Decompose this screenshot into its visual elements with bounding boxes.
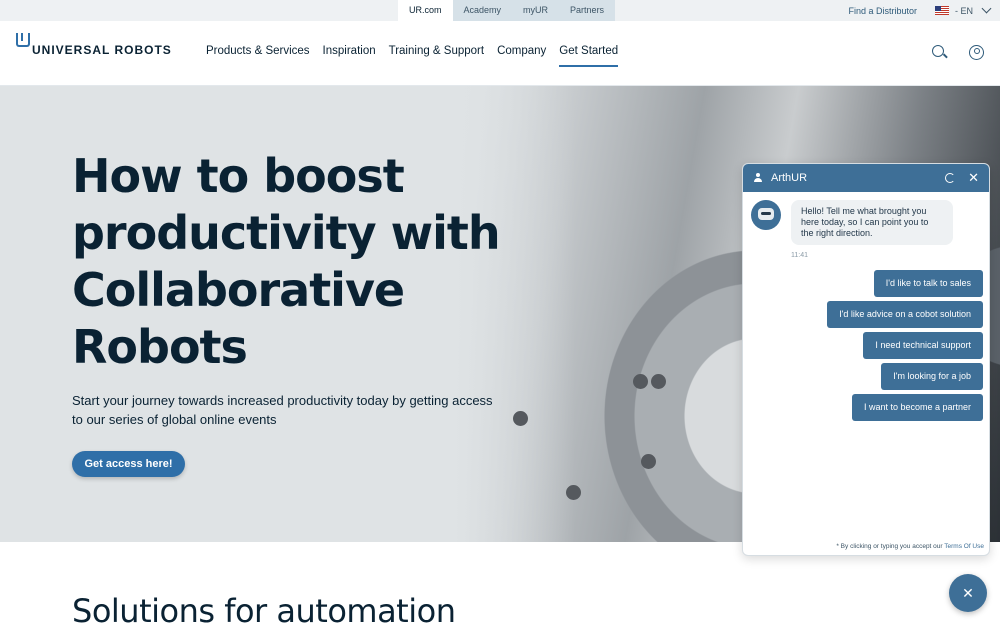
close-icon: ✕ (962, 585, 974, 601)
chat-footer: * By clicking or typing you accept our T… (836, 543, 984, 550)
language-selector[interactable]: - EN (955, 6, 973, 16)
us-flag-icon[interactable] (935, 6, 949, 15)
chat-widget: ArthUR ✕ Hello! Tell me what brought you… (742, 163, 990, 556)
section-title: Solutions for automation (72, 592, 456, 630)
option-cobot-advice[interactable]: I'd like advice on a cobot solution (827, 301, 983, 328)
bot-message: Hello! Tell me what brought you here tod… (791, 200, 953, 245)
refresh-icon[interactable] (945, 173, 956, 183)
bolt-decoration (513, 411, 528, 426)
option-become-partner[interactable]: I want to become a partner (851, 394, 983, 421)
utility-right: Find a Distributor - EN (848, 0, 992, 21)
hero-title: How to boost productivity with Collabora… (72, 149, 501, 374)
site-switcher: UR.com Academy myUR Partners (398, 0, 616, 21)
tab-ur-com[interactable]: UR.com (398, 0, 453, 21)
search-icon[interactable] (932, 45, 947, 60)
chat-header: ArthUR ✕ (743, 164, 989, 192)
bolt-decoration (633, 374, 648, 389)
tab-partners[interactable]: Partners (559, 0, 616, 21)
nav-item-company[interactable]: Company (497, 45, 546, 67)
tab-academy[interactable]: Academy (452, 0, 513, 21)
quick-reply-options: I'd like to talk to sales I'd like advic… (827, 270, 983, 421)
nav-item-get-started[interactable]: Get Started (559, 45, 619, 67)
chevron-down-icon[interactable] (981, 3, 992, 14)
ur-logo-icon (16, 33, 30, 47)
hero-subtitle: Start your journey towards increased pro… (72, 393, 493, 427)
close-icon[interactable]: ✕ (968, 171, 979, 184)
nav-item-inspiration[interactable]: Inspiration (323, 45, 376, 67)
option-talk-to-sales[interactable]: I'd like to talk to sales (873, 270, 983, 297)
message-timestamp: 11:41 (791, 252, 808, 259)
chat-title: ArthUR (771, 172, 808, 184)
bolt-decoration (651, 374, 666, 389)
main-navigation: UNIVERSAL ROBOTS Products & Services Ins… (0, 21, 1000, 86)
bolt-decoration (566, 485, 581, 500)
tab-myur[interactable]: myUR (512, 0, 560, 21)
person-icon (753, 173, 763, 183)
chat-toggle-button[interactable]: ✕ (949, 574, 987, 612)
nav-menu: Products & Services Inspiration Training… (206, 45, 619, 67)
universal-robots-logo[interactable]: UNIVERSAL ROBOTS (16, 33, 172, 57)
find-distributor-link[interactable]: Find a Distributor (848, 6, 917, 16)
option-looking-for-job[interactable]: I'm looking for a job (881, 363, 983, 390)
get-access-button[interactable]: Get access here! (72, 451, 185, 477)
nav-icons (932, 45, 984, 60)
bot-avatar (751, 200, 781, 230)
terms-of-use-link[interactable]: Terms Of Use (944, 543, 984, 550)
account-icon[interactable] (969, 45, 984, 60)
nav-item-training-support[interactable]: Training & Support (389, 45, 484, 67)
nav-item-products-services[interactable]: Products & Services (206, 45, 310, 67)
logo-text: UNIVERSAL ROBOTS (32, 43, 172, 57)
bolt-decoration (641, 454, 656, 469)
option-technical-support[interactable]: I need technical support (863, 332, 983, 359)
utility-bar: UR.com Academy myUR Partners Find a Dist… (0, 0, 1000, 21)
terms-text: * By clicking or typing you accept our (836, 543, 943, 550)
